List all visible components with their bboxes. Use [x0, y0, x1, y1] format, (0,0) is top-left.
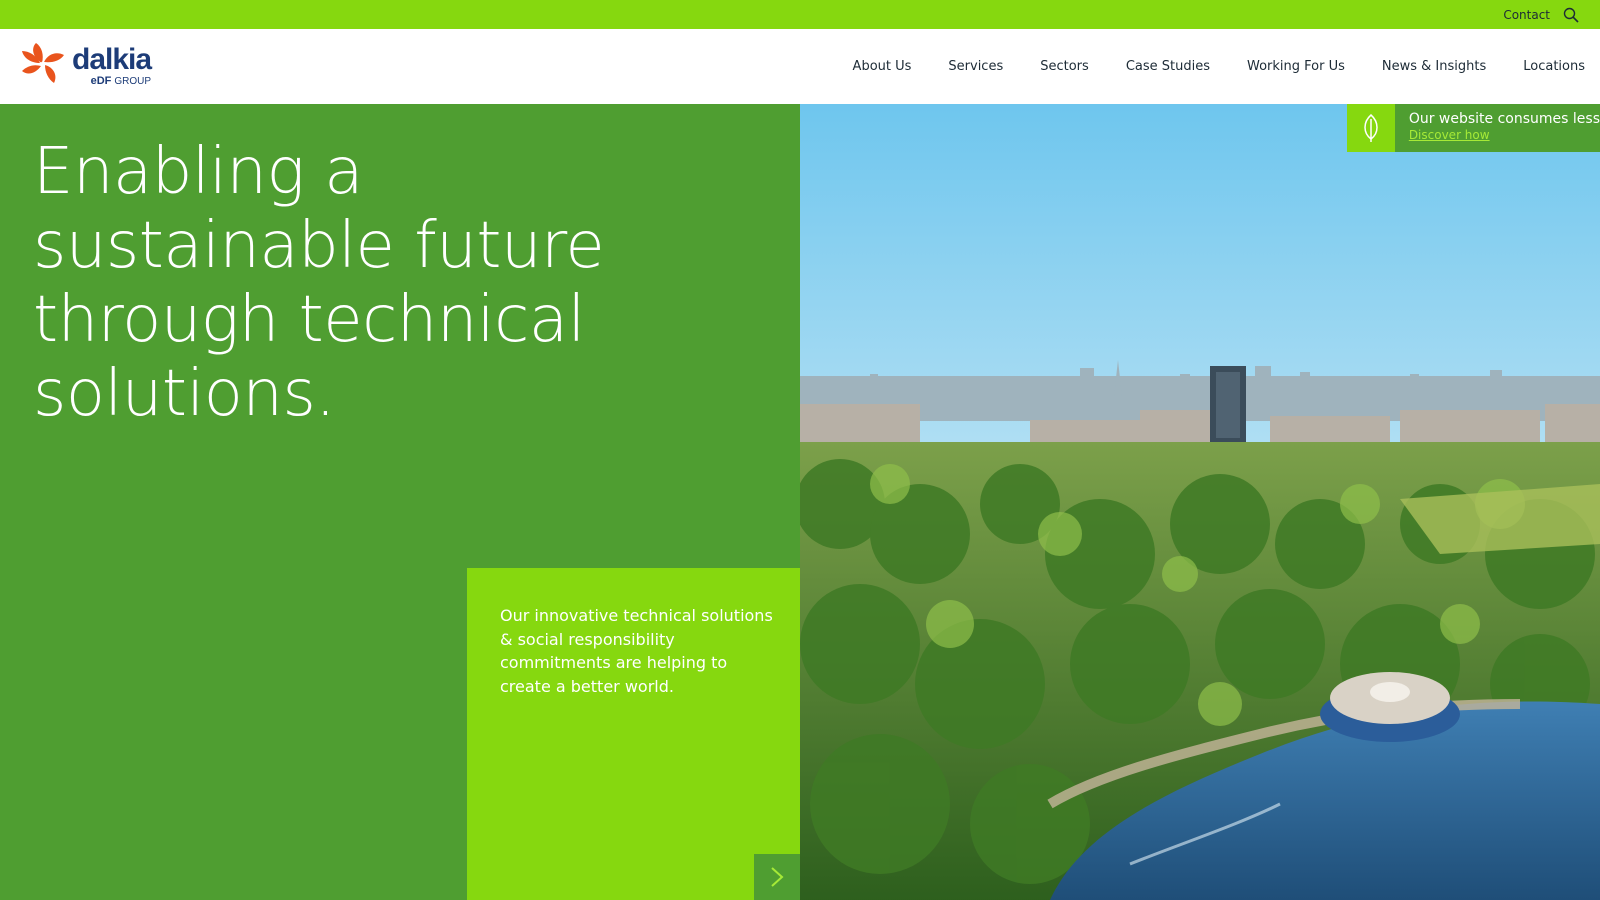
eco-banner-text: Our website consumes less Discover how — [1395, 104, 1600, 152]
nav-item-working-for-us[interactable]: Working For Us — [1247, 59, 1345, 74]
hero-title-line: through technical — [33, 283, 585, 357]
hero-title-line: Enabling a — [33, 135, 363, 209]
dalkia-logo[interactable]: dalkia eDF GROUP — [20, 41, 152, 93]
logo-group-suffix: GROUP — [114, 76, 152, 87]
hero-image — [800, 104, 1600, 900]
discover-how-link[interactable]: Discover how — [1409, 128, 1600, 143]
hero-title-line: sustainable future — [33, 209, 605, 283]
hero-title: Enabling a sustainable future through te… — [33, 135, 753, 431]
aerial-city-park-photo — [800, 104, 1600, 900]
nav-item-sectors[interactable]: Sectors — [1040, 59, 1089, 74]
logo-group-prefix: eDF — [90, 75, 112, 87]
logo-group: eDF GROUP — [91, 75, 151, 87]
nav-item-services[interactable]: Services — [948, 59, 1003, 74]
nav-item-locations[interactable]: Locations — [1523, 59, 1585, 74]
eco-banner-message: Our website consumes less — [1408, 111, 1600, 127]
dalkia-petal-logo — [22, 43, 64, 83]
leaf-icon — [1347, 104, 1395, 152]
utility-bar: Contact — [0, 0, 1600, 29]
nav-item-case-studies[interactable]: Case Studies — [1126, 59, 1210, 74]
site-header: dalkia eDF GROUP About Us Services Sector… — [0, 29, 1600, 104]
promo-next-button[interactable] — [754, 854, 800, 900]
search-icon[interactable] — [1562, 6, 1580, 24]
contact-link[interactable]: Contact — [1503, 8, 1550, 22]
main-nav: About Us Services Sectors Case Studies W… — [816, 29, 1585, 104]
logo-wordmark: dalkia eDF GROUP — [72, 43, 152, 88]
hero-title-line: solutions. — [33, 357, 336, 431]
eco-banner: Our website consumes less Discover how — [1347, 104, 1600, 152]
promo-text: Our innovative technical solutions & soc… — [500, 606, 773, 696]
nav-item-about-us[interactable]: About Us — [853, 59, 912, 74]
nav-item-news-insights[interactable]: News & Insights — [1382, 59, 1486, 74]
promo-card: Our innovative technical solutions & soc… — [467, 568, 800, 900]
chevron-right-icon — [771, 867, 784, 887]
logo-brand: dalkia — [72, 43, 152, 76]
hero-panel: Enabling a sustainable future through te… — [0, 104, 800, 900]
